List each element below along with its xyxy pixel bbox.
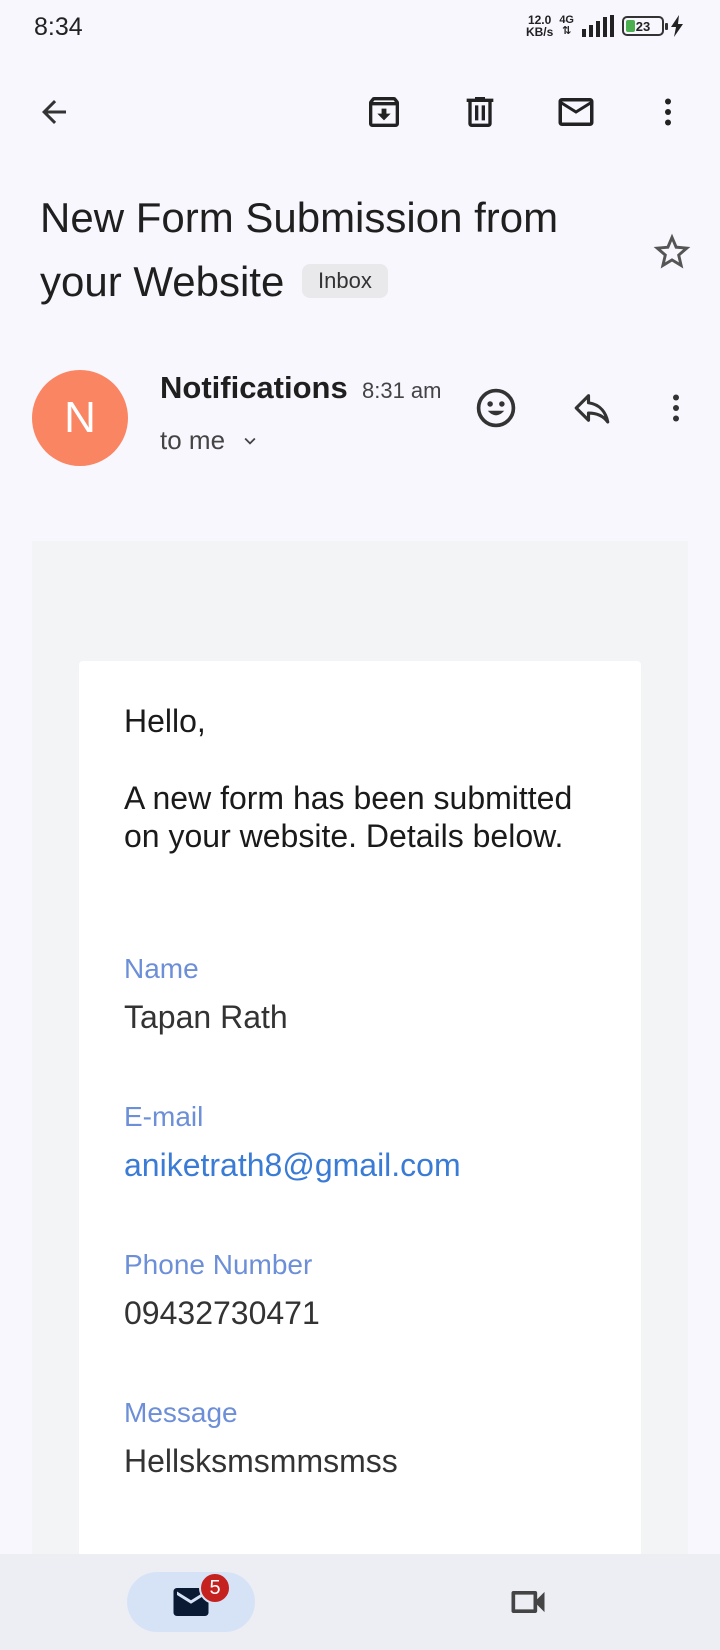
trash-icon: [466, 97, 494, 127]
greeting-text: Hello,: [124, 703, 206, 739]
field-label-phone: Phone Number: [124, 1249, 313, 1280]
network-speed-unit: KB/s: [525, 25, 554, 39]
message-more-button[interactable]: [652, 384, 700, 432]
network-type: 4G ⇅: [559, 15, 574, 37]
chevron-down-icon: [244, 437, 256, 445]
signal-icon: [582, 15, 614, 37]
field-label-email: E-mail: [124, 1101, 204, 1132]
more-options-button[interactable]: [646, 90, 690, 134]
email-body: Hello, A new form has been submitted on …: [32, 541, 688, 1650]
email-time: 8:31 am: [362, 378, 442, 403]
nav-meet-tab[interactable]: [504, 1578, 552, 1626]
form-submission-card: Hello, A new form has been submitted on …: [79, 661, 641, 1650]
battery-level: [626, 20, 635, 32]
emoji-icon: [476, 388, 516, 428]
email-screen: 8:34 12.0 KB/s 4G ⇅ 23 New Form Submissi…: [0, 0, 720, 1650]
field-value-message: Hellsksmsmmsmss: [124, 1443, 398, 1479]
delete-button[interactable]: [458, 90, 502, 134]
network-speed: 12.0 KB/s: [526, 14, 553, 38]
video-camera-icon: [511, 1591, 545, 1613]
email-toolbar: [0, 70, 720, 154]
archive-button[interactable]: [362, 90, 406, 134]
bottom-navigation: 5: [0, 1554, 720, 1650]
more-vert-icon: [673, 394, 679, 422]
archive-icon: [369, 97, 399, 127]
recipient-details-toggle[interactable]: to me: [160, 425, 261, 456]
back-button[interactable]: [32, 90, 76, 134]
mark-unread-button[interactable]: [554, 90, 598, 134]
mail-icon: [558, 98, 594, 126]
field-label-name: Name: [124, 953, 199, 984]
status-bar: 8:34 12.0 KB/s 4G ⇅ 23: [0, 0, 720, 56]
inbox-label-chip[interactable]: Inbox: [302, 263, 388, 298]
battery-percent: 23: [635, 18, 651, 34]
field-value-name: Tapan Rath: [124, 999, 288, 1035]
reply-icon: [574, 394, 610, 424]
sender-name: Notifications: [160, 370, 348, 405]
unread-count-badge: 5: [199, 1572, 231, 1604]
more-vert-icon: [665, 98, 671, 126]
subject-text: New Form Submission from your Website: [40, 194, 559, 305]
nav-mail-tab[interactable]: 5: [127, 1572, 255, 1632]
status-time: 8:34: [34, 13, 83, 41]
reply-button[interactable]: [568, 384, 616, 432]
email-subject: New Form Submission from your Website In…: [40, 186, 630, 314]
data-arrows-icon: ⇅: [562, 25, 572, 37]
star-button[interactable]: [650, 230, 694, 274]
intro-text: A new form has been submitted on your we…: [124, 780, 573, 854]
recipient-label: to me: [160, 425, 226, 455]
charging-icon: [671, 15, 683, 37]
react-emoji-button[interactable]: [472, 384, 520, 432]
status-indicators: 12.0 KB/s 4G ⇅ 23: [526, 14, 684, 38]
star-icon: [653, 233, 691, 269]
field-value-phone: 09432730471: [124, 1295, 320, 1331]
sender-avatar[interactable]: N: [32, 370, 128, 466]
arrow-back-icon: [42, 100, 66, 124]
field-label-message: Message: [124, 1397, 238, 1428]
field-value-email-link[interactable]: aniketrath8@gmail.com: [124, 1147, 461, 1184]
battery-icon: 23: [622, 16, 668, 36]
